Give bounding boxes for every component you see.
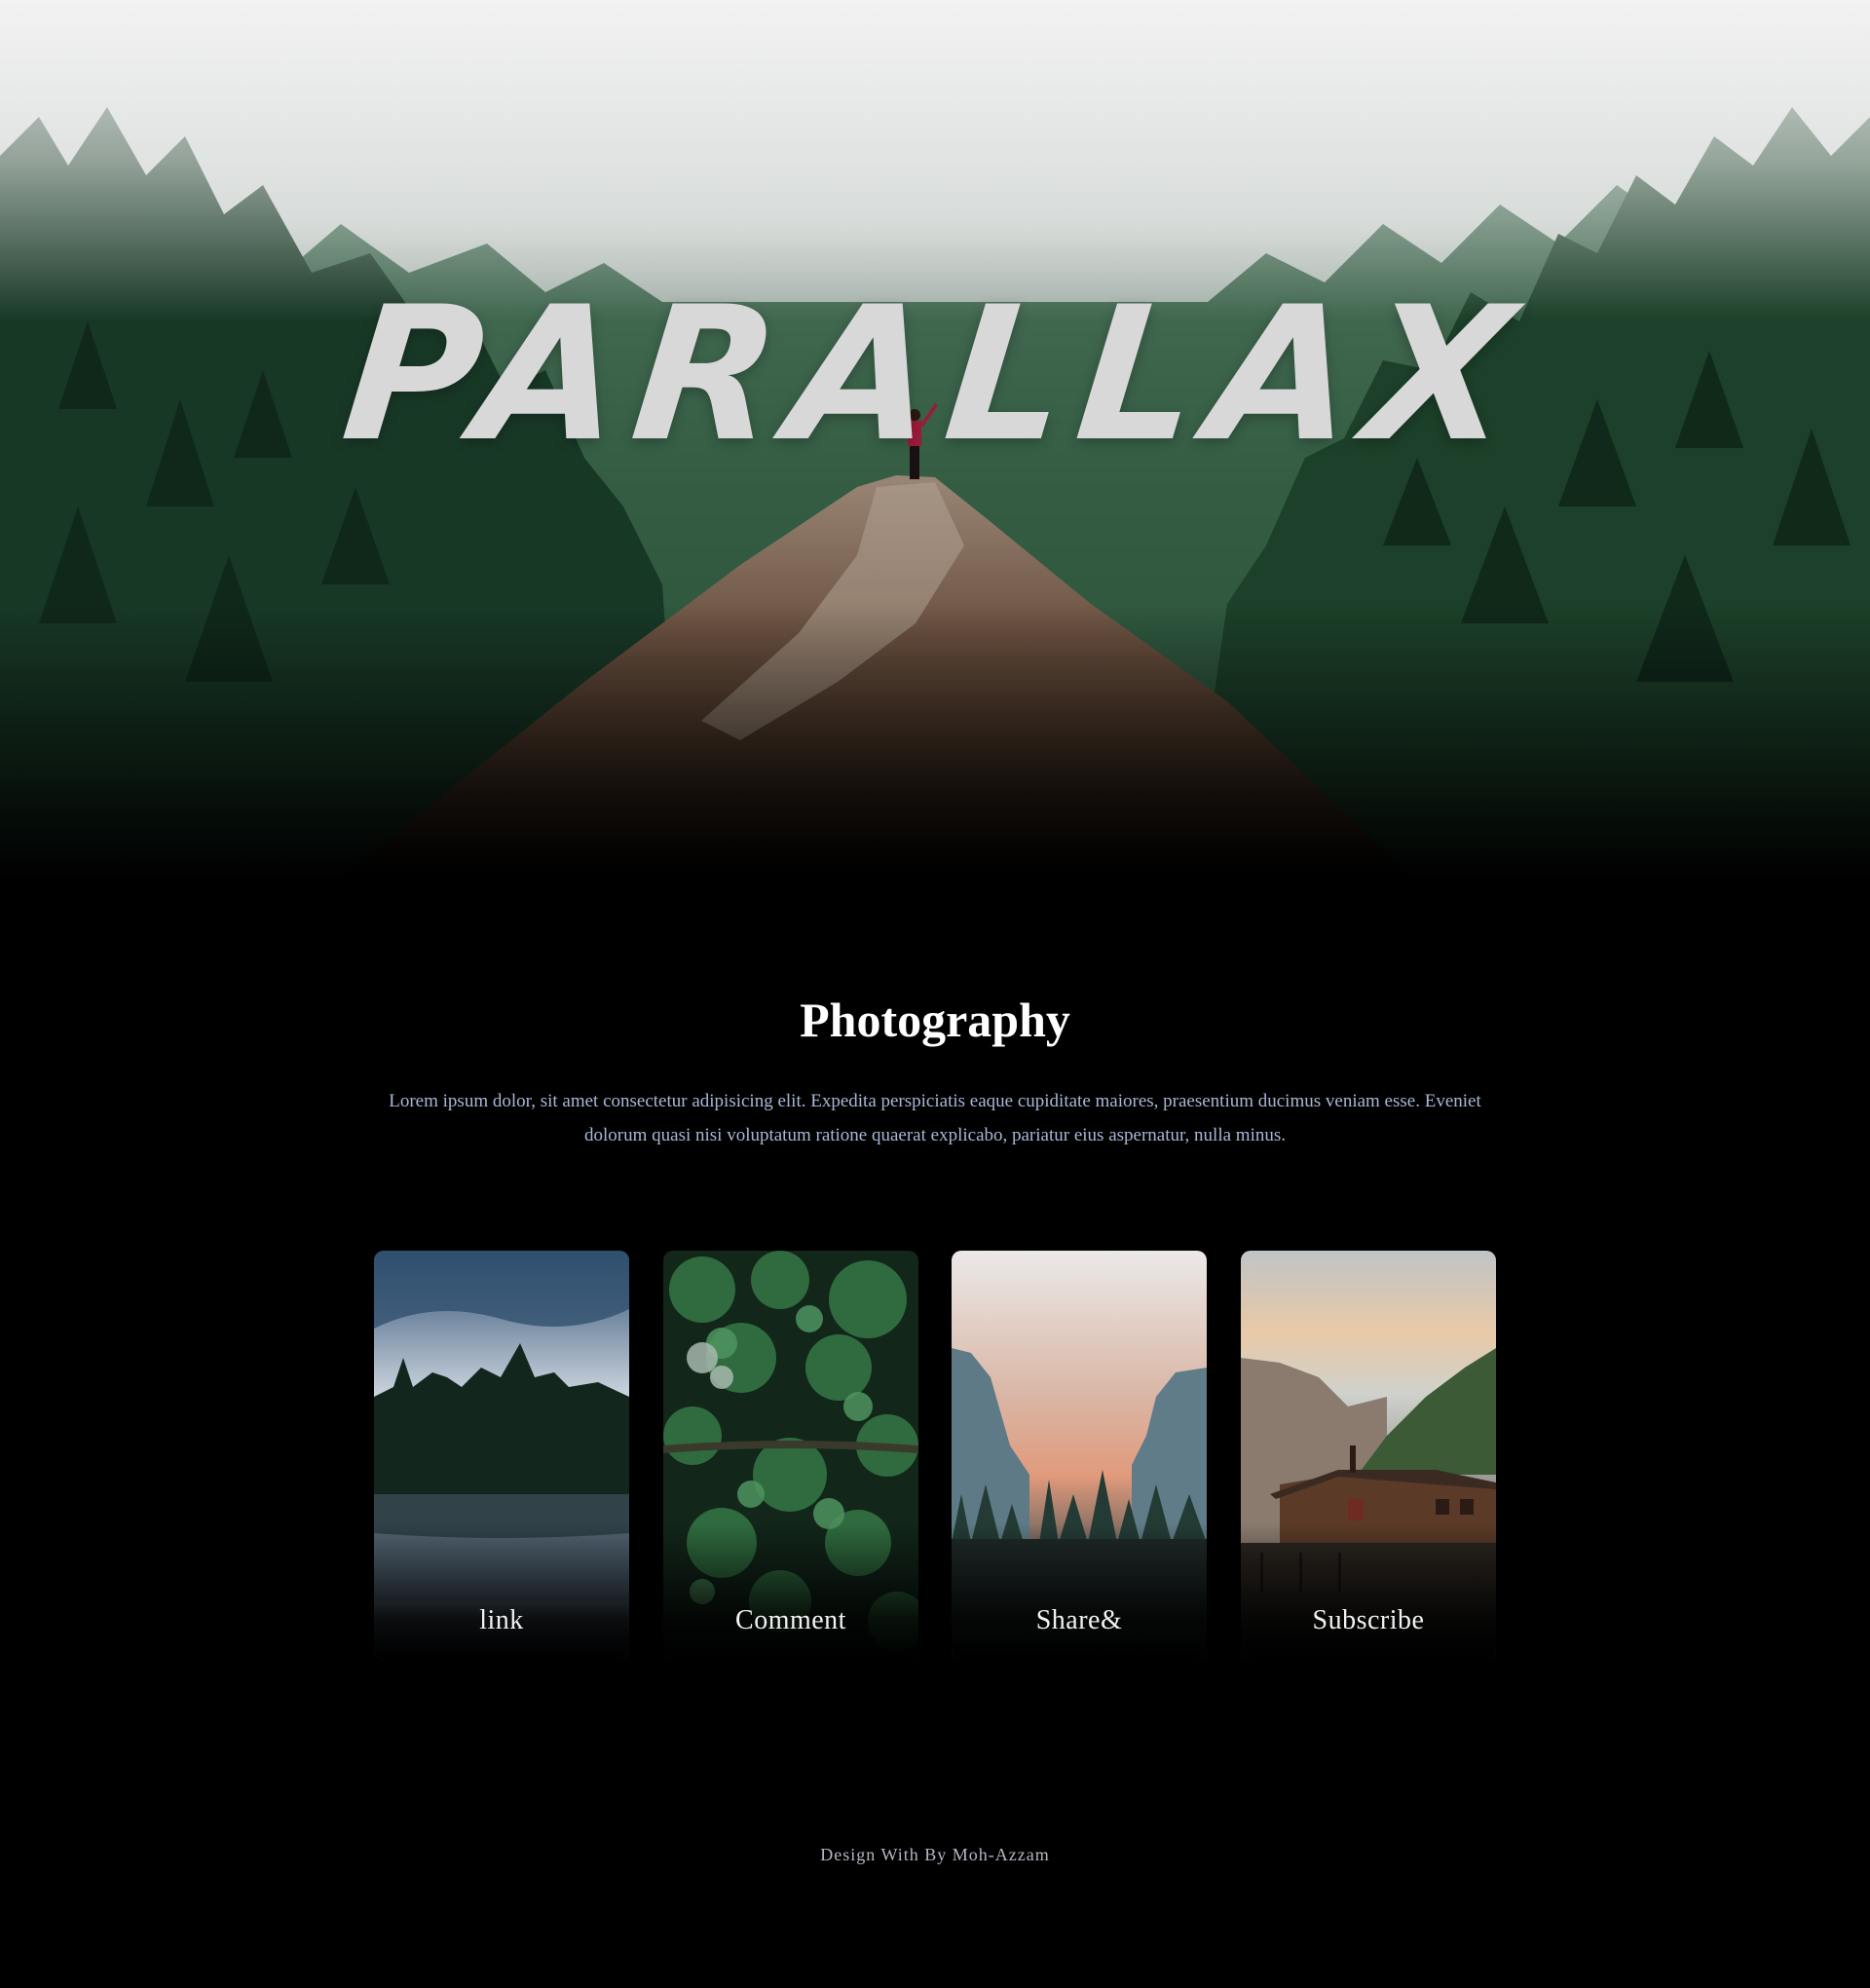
section-description: Lorem ipsum dolor, sit amet consectetur … <box>389 1091 1481 1145</box>
hero-title: PARALLAX <box>334 267 1536 482</box>
footer-credit: Design With By Moh-Azzam <box>820 1845 1050 1864</box>
card-label-subscribe[interactable]: Subscribe <box>1241 1605 1496 1636</box>
card-comment[interactable]: Comment <box>663 1251 918 1660</box>
card-fade <box>952 1523 1207 1660</box>
card-label-share[interactable]: Share& <box>952 1605 1207 1636</box>
card-label-link[interactable]: link <box>374 1605 629 1636</box>
hero-section: PARALLAX <box>0 0 1870 877</box>
card-fade <box>374 1523 629 1660</box>
card-fade <box>1241 1523 1496 1660</box>
card-fade <box>663 1523 918 1660</box>
card-link[interactable]: link <box>374 1251 629 1660</box>
section-heading: Photography <box>800 993 1070 1047</box>
card-subscribe[interactable]: Subscribe <box>1241 1251 1496 1660</box>
page: PARALLAX Photography Lorem ipsum dolor, … <box>0 0 1870 1988</box>
card-share[interactable]: Share& <box>952 1251 1207 1660</box>
card-label-comment[interactable]: Comment <box>663 1605 918 1636</box>
